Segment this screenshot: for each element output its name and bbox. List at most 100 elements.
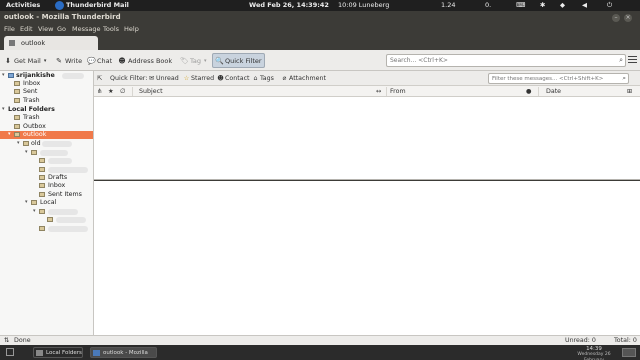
- folder-local-trash[interactable]: Trash: [0, 114, 93, 122]
- global-search-input[interactable]: [387, 55, 607, 66]
- task-thunderbird[interactable]: outlook - Mozilla Thu...: [90, 347, 157, 358]
- folder-local-folders[interactable]: ▾ Local Folders: [0, 106, 93, 114]
- folder-icon: [31, 200, 37, 205]
- message-preview-pane[interactable]: [94, 181, 640, 335]
- activities-button[interactable]: Activities: [6, 1, 40, 9]
- workspace-switcher[interactable]: [622, 348, 636, 357]
- network-icon[interactable]: ◆: [560, 1, 565, 9]
- collapse-toggle-icon[interactable]: ▾: [25, 149, 28, 155]
- filter-messages-input[interactable]: [489, 74, 613, 84]
- bluetooth-icon[interactable]: ✱: [540, 1, 545, 9]
- panel-timezone[interactable]: 10:09 Luneberg: [338, 1, 389, 9]
- folder-drafts[interactable]: Drafts: [0, 174, 93, 182]
- folder-outbox[interactable]: Outbox: [0, 123, 93, 131]
- column-from[interactable]: From: [390, 88, 406, 95]
- redacted-text: [48, 167, 88, 173]
- menu-message[interactable]: Message: [72, 25, 101, 33]
- star-icon: ☆: [183, 75, 190, 82]
- folder-trash[interactable]: Trash: [0, 97, 93, 105]
- window-title: outlook - Mozilla Thunderbird: [4, 13, 121, 21]
- folder-outlook[interactable]: ▾ outlook: [0, 131, 93, 139]
- folder-label: old: [31, 140, 41, 147]
- folder-redacted-5[interactable]: [0, 216, 93, 224]
- junk-column-icon[interactable]: ●: [526, 88, 532, 95]
- write-button[interactable]: ✎ Write: [55, 55, 82, 66]
- thread-list[interactable]: [94, 97, 640, 180]
- folder-redacted-6[interactable]: [0, 225, 93, 233]
- quick-filter-label: Quick Filter: [225, 56, 262, 65]
- address-book-button[interactable]: ☻ Address Book: [118, 55, 172, 66]
- folder-redacted-4[interactable]: ▾: [0, 208, 93, 216]
- filter-tags-label: Tags: [260, 75, 274, 82]
- menu-view[interactable]: View: [38, 25, 53, 33]
- menu-help[interactable]: Help: [124, 25, 139, 33]
- collapse-toggle-icon[interactable]: ▾: [17, 140, 20, 146]
- close-icon[interactable]: ×: [624, 14, 632, 22]
- tag-button[interactable]: 🏷 Tag ▾: [180, 55, 207, 66]
- filter-starred-button[interactable]: ☆ Starred: [183, 75, 214, 82]
- attachment-column-icon[interactable]: ∅: [120, 88, 126, 95]
- global-search-box[interactable]: ⌕: [386, 54, 626, 67]
- column-subject[interactable]: Subject: [139, 88, 163, 95]
- collapse-toggle-icon[interactable]: ▾: [8, 131, 11, 137]
- keyboard-icon[interactable]: ⌨: [516, 1, 525, 9]
- chevron-down-icon[interactable]: ▾: [44, 58, 47, 64]
- address-book-label: Address Book: [128, 56, 173, 65]
- tab-outlook[interactable]: outlook: [4, 36, 98, 50]
- column-picker-icon[interactable]: ⊞: [627, 88, 632, 95]
- folder-redacted-2[interactable]: [0, 157, 93, 165]
- thread-column-icon[interactable]: ⋔: [97, 88, 102, 95]
- menu-tools[interactable]: Tools: [103, 25, 119, 33]
- volume-icon[interactable]: ◀: [582, 1, 587, 9]
- collapse-toggle-icon[interactable]: ▾: [25, 199, 28, 205]
- collapse-toggle-icon[interactable]: ▾: [2, 106, 5, 112]
- app-menu[interactable]: Thunderbird Mail: [66, 1, 129, 9]
- filter-attachment-button[interactable]: ⌀ Attachment: [281, 75, 326, 82]
- folder-icon: [9, 40, 15, 46]
- tray-indicator-value[interactable]: 1.24: [441, 1, 455, 9]
- star-column-icon[interactable]: ★: [108, 88, 114, 95]
- chat-button[interactable]: 💬 Chat: [87, 55, 112, 66]
- panel-clock[interactable]: Wed Feb 26, 14:39:42: [249, 1, 329, 9]
- menu-file[interactable]: File: [4, 25, 15, 33]
- power-icon[interactable]: ⏻: [607, 1, 612, 10]
- app-menu-icon[interactable]: [628, 56, 637, 65]
- taskbar-clock[interactable]: 14:39 Wednesday 26 February: [570, 346, 618, 360]
- folder-label: outlook: [23, 131, 47, 138]
- folder-account[interactable]: ▾ srijankishe: [0, 72, 93, 80]
- status-bar: ⇅ Done Unread: 0 Total: 0: [0, 335, 640, 345]
- collapse-toggle-icon[interactable]: ▾: [33, 208, 36, 214]
- chevron-down-icon: ▾: [204, 57, 207, 64]
- search-icon: 🔍: [215, 56, 224, 65]
- outbox-icon: [14, 124, 20, 129]
- show-desktop-icon[interactable]: [6, 348, 14, 356]
- folder-icon: [39, 167, 45, 172]
- folder-redacted-3[interactable]: [0, 166, 93, 174]
- menu-edit[interactable]: Edit: [20, 25, 33, 33]
- folder-sent[interactable]: Sent: [0, 88, 93, 96]
- tab-label: outlook: [21, 39, 46, 47]
- filter-tags-button[interactable]: ⌂ Tags: [252, 75, 274, 82]
- get-mail-button[interactable]: ⬇ Get Mail ▾: [4, 55, 46, 66]
- collapse-toggle-icon[interactable]: ▾: [2, 72, 5, 78]
- folder-inbox[interactable]: Inbox: [0, 80, 93, 88]
- minimize-icon[interactable]: –: [612, 14, 620, 22]
- task-local-folders[interactable]: Local Folders: [33, 347, 83, 358]
- filter-unread-button[interactable]: ✉ Unread: [148, 75, 179, 82]
- folder-sent-items[interactable]: Sent Items: [0, 191, 93, 199]
- read-column-icon[interactable]: ↔: [376, 88, 381, 95]
- pin-icon[interactable]: ⇱: [97, 75, 102, 82]
- folder-local[interactable]: ▾ Local: [0, 199, 93, 207]
- folder-redacted-1[interactable]: ▾: [0, 149, 93, 157]
- folder-old-inbox[interactable]: Inbox: [0, 182, 93, 190]
- folder-old[interactable]: ▾ old: [0, 140, 93, 148]
- filter-contact-button[interactable]: ☻Contact: [217, 75, 249, 82]
- menu-go[interactable]: Go: [57, 25, 66, 33]
- column-date[interactable]: Date: [546, 88, 561, 95]
- tray-indicator-value-2[interactable]: 0.: [485, 1, 491, 9]
- quick-filter-toggle[interactable]: 🔍 Quick Filter: [212, 53, 265, 68]
- filter-messages-box[interactable]: ⌕: [488, 73, 629, 84]
- search-icon: ⌕: [622, 74, 626, 82]
- download-icon: ⬇: [5, 56, 11, 65]
- chat-icon: 💬: [87, 56, 96, 65]
